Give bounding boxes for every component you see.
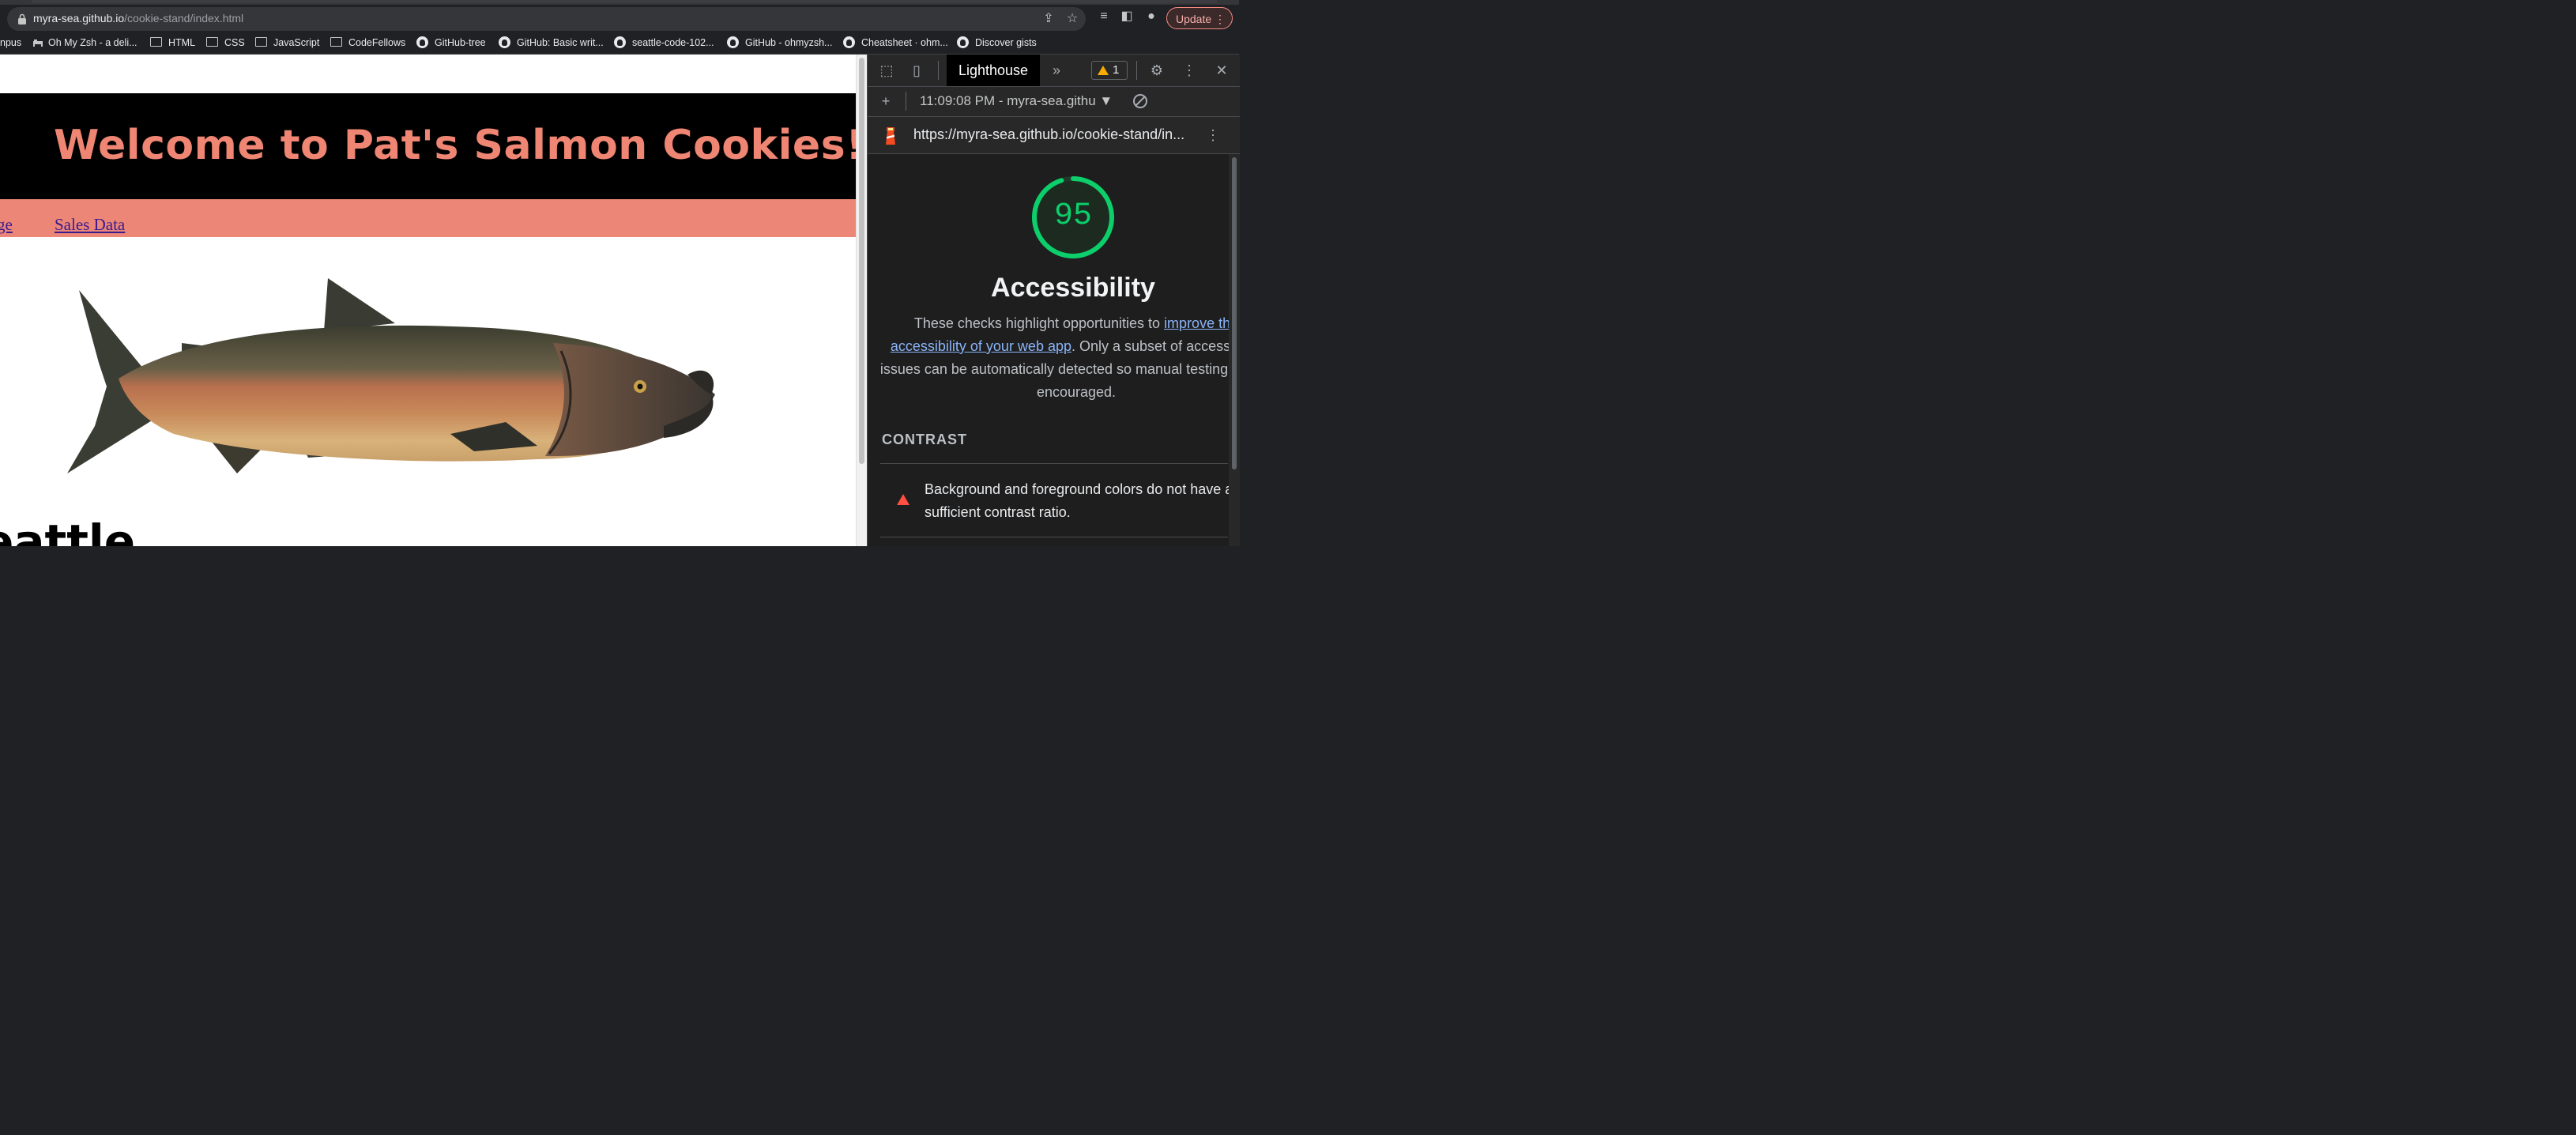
page-viewport: Welcome to Pat's Salmon Cookies! ge Sale… (0, 55, 856, 546)
folder-icon (150, 37, 162, 47)
site-nav: ge Sales Data (0, 199, 856, 237)
warning-icon (1098, 66, 1109, 75)
bookmark-label: GitHub: Basic writ... (517, 37, 604, 48)
bookmark-label: JavaScript (273, 37, 320, 48)
bookmark-label: CodeFellows (348, 37, 406, 48)
report-url-bar: https://myra-sea.github.io/cookie-stand/… (868, 117, 1240, 154)
audit-item-contrast[interactable]: Background and foreground colors do not … (925, 478, 1229, 524)
report-select[interactable]: 11:09:08 PM - myra-sea.githu ▼ (920, 93, 1113, 109)
bookmark-label: CSS (224, 37, 245, 48)
side-panel-icon[interactable]: ◧ (1119, 9, 1135, 25)
description-text: These checks highlight opportunities to (913, 315, 1165, 331)
divider (880, 463, 1228, 464)
report-url: https://myra-sea.github.io/cookie-stand/… (913, 126, 1185, 142)
bookmark-label: Discover gists (975, 37, 1037, 48)
category-description: These checks highlight opportunities to … (879, 312, 1229, 404)
fail-triangle-icon (897, 494, 910, 505)
nav-link-sales-data[interactable]: Sales Data (55, 215, 125, 235)
github-icon (614, 36, 626, 48)
category-title: Accessibility (991, 273, 1155, 303)
kebab-menu-icon[interactable]: ⋮ (1180, 61, 1199, 80)
toolbar: myra-sea.github.io/cookie-stand/index.ht… (0, 5, 1239, 32)
kebab-menu-icon[interactable]: ⋮ (1203, 126, 1222, 145)
bookmark-item[interactable]: GitHub - ohmyzsh... (727, 36, 832, 51)
url-text: myra-sea.github.io/cookie-stand/index.ht… (33, 12, 243, 25)
bookmark-item[interactable]: HTML (150, 36, 195, 51)
bookmarks-bar: npus Oh My Zsh - a deli... HTML CSS Java… (0, 32, 1239, 55)
devtools-scrollbar[interactable] (1229, 154, 1240, 546)
bed-icon (33, 40, 43, 47)
url-host: myra-sea.github.io (33, 12, 125, 25)
warnings-badge[interactable]: 1 (1091, 61, 1128, 80)
page-scrollbar[interactable] (856, 55, 867, 546)
profile-icon[interactable]: ● (1143, 9, 1159, 25)
bookmark-item[interactable]: JavaScript (255, 36, 319, 51)
github-icon (843, 36, 855, 48)
bookmark-label: GitHub - ohmyzsh... (745, 37, 833, 48)
inspect-element-icon[interactable]: ⬚ (877, 61, 896, 80)
salmon-image (67, 278, 715, 473)
warning-count: 1 (1113, 63, 1120, 77)
bookmark-item[interactable]: GitHub: Basic writ... (499, 36, 604, 51)
github-icon (957, 36, 969, 48)
address-bar[interactable]: myra-sea.github.io/cookie-stand/index.ht… (7, 7, 1086, 31)
city-heading: eattle (0, 515, 136, 546)
bookmark-item[interactable]: Discover gists (957, 36, 1037, 51)
bookmark-label: GitHub-tree (435, 37, 486, 48)
kebab-menu-icon: ⋮ (1215, 13, 1226, 25)
bookmark-item[interactable]: Cheatsheet · ohm... (843, 36, 948, 51)
site-header: Welcome to Pat's Salmon Cookies! (0, 93, 856, 199)
tab-lighthouse[interactable]: Lighthouse (947, 55, 1040, 86)
toolbar-divider (1136, 61, 1137, 80)
bookmark-label: HTML (168, 37, 196, 48)
update-button[interactable]: Update ⋮ (1166, 7, 1233, 29)
more-tabs-icon[interactable]: » (1047, 61, 1066, 80)
lock-icon (18, 13, 26, 25)
lighthouse-logo-icon (886, 127, 895, 145)
bookmark-item[interactable]: seattle-code-102... (614, 36, 714, 51)
share-icon[interactable]: ⇪ (1041, 11, 1056, 27)
lighthouse-toolbar: + 11:09:08 PM - myra-sea.githu ▼ (868, 86, 1240, 117)
devtools-toolbar: ⬚ ▯ Lighthouse » 1 ⚙ ⋮ ✕ (868, 55, 1240, 87)
github-icon (499, 36, 510, 48)
github-icon (727, 36, 739, 48)
active-tab-edge (32, 0, 1217, 3)
toolbar-divider (938, 61, 939, 80)
folder-icon (206, 37, 218, 47)
bookmark-label: npus (0, 37, 22, 48)
bookmark-label: Oh My Zsh - a deli... (48, 37, 137, 48)
device-toolbar-icon[interactable]: ▯ (907, 61, 926, 80)
page-title: Welcome to Pat's Salmon Cookies! (54, 122, 856, 169)
bookmark-label: Cheatsheet · ohm... (861, 37, 948, 48)
lighthouse-report: 95 Accessibility These checks highlight … (868, 154, 1229, 546)
page-scroll-thumb[interactable] (859, 58, 864, 464)
add-report-icon[interactable]: + (876, 92, 895, 111)
bookmark-item[interactable]: Oh My Zsh - a deli... (32, 36, 137, 51)
close-icon[interactable]: ✕ (1212, 61, 1231, 80)
devtools-panel: ⬚ ▯ Lighthouse » 1 ⚙ ⋮ ✕ + 11:09:08 PM -… (867, 55, 1240, 546)
github-icon (416, 36, 428, 48)
bookmark-star-icon[interactable]: ☆ (1064, 11, 1080, 27)
update-label: Update (1176, 13, 1212, 25)
score-value: 95 (1053, 198, 1092, 234)
folder-icon (330, 37, 342, 47)
reading-list-icon[interactable]: ≡ (1096, 9, 1112, 25)
devtools-scroll-thumb[interactable] (1232, 157, 1237, 469)
folder-icon (255, 37, 267, 47)
audit-group-title[interactable]: CONTRAST (882, 432, 967, 448)
clear-icon[interactable] (1132, 93, 1148, 109)
bookmark-item[interactable]: npus (0, 36, 21, 51)
nav-link-home[interactable]: ge (0, 215, 13, 235)
url-path: /cookie-stand/index.html (124, 12, 244, 25)
gear-icon[interactable]: ⚙ (1147, 61, 1166, 80)
bookmark-item[interactable]: GitHub-tree (416, 36, 486, 51)
bookmark-item[interactable]: CodeFellows (330, 36, 405, 51)
bookmark-item[interactable]: CSS (206, 36, 245, 51)
bookmark-label: seattle-code-102... (632, 37, 714, 48)
